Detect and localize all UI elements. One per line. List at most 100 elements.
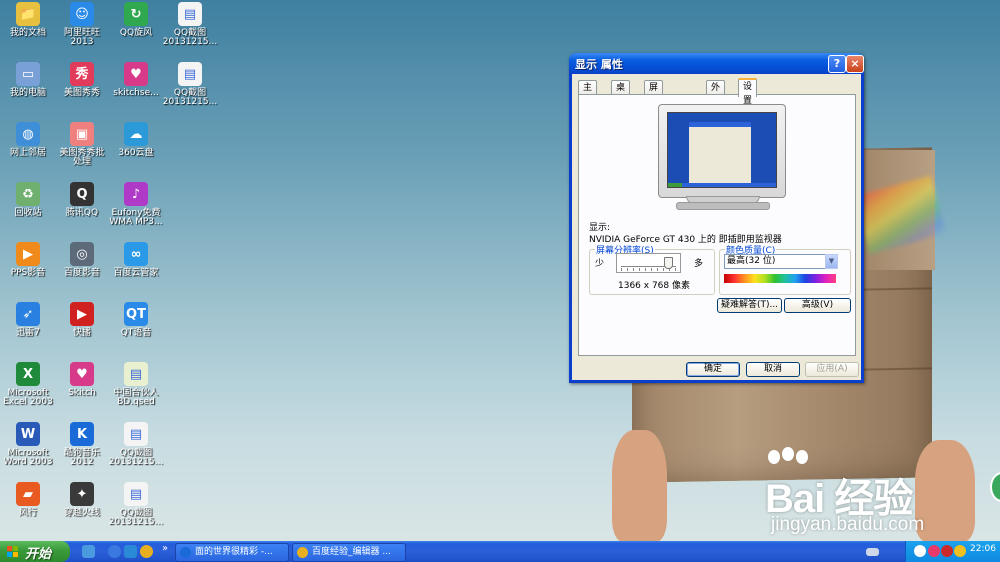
desktop-icon[interactable]: ↻ QQ旋风 <box>108 2 164 38</box>
task-button-chrome[interactable]: 百度经验_编辑器 ... <box>292 543 406 562</box>
desktop-icon[interactable]: ▣ 美图秀秀批 处理 <box>54 122 110 167</box>
desktop-icon[interactable]: K 酷狗音乐 2012 <box>54 422 110 467</box>
desktop-icon[interactable]: ➶ 迅雷7 <box>0 302 56 338</box>
desktop-icon[interactable]: ▤ 中国合伙人 BD.qsed <box>108 362 164 407</box>
desktop-icon-label: 我的文档 <box>9 28 46 38</box>
quick-launch-more[interactable]: » <box>162 543 168 554</box>
dialog-titlebar[interactable]: 显示 属性 ? × <box>569 53 864 73</box>
desktop-icon-label: QQ截图 20131215... <box>108 508 164 527</box>
desktop-icon[interactable]: ▶ PPS影音 <box>0 242 56 278</box>
desktop-icon-label: skitchse... <box>113 88 159 98</box>
skitch-app-icon: ♥ <box>70 362 94 386</box>
desktop-icon-label: QQ截图 20131215... <box>162 28 218 47</box>
desktop-icon[interactable]: ▤ QQ截图 20131215... <box>108 422 164 467</box>
desktop-icon[interactable]: ◍ 网上邻居 <box>0 122 56 158</box>
desktop-icon[interactable]: Q 腾讯QQ <box>54 182 110 218</box>
ie-icon[interactable] <box>108 545 121 558</box>
resolution-group: 屏幕分辨率(S) 少 多 1366 x 768 像素 <box>589 243 715 295</box>
baidu-cloud-quicklaunch-icon[interactable] <box>124 545 137 558</box>
system-tray: 22:06 <box>905 541 1000 562</box>
aliwangwang-icon: ☺ <box>70 2 94 26</box>
advanced-button[interactable]: 高级(V) <box>784 298 851 313</box>
baidu-cloud-icon: ∞ <box>124 242 148 266</box>
task-button-kugou[interactable]: 面的世界很精彩 -... <box>175 543 289 562</box>
settings-panel: 显示: NVIDIA GeForce GT 430 上的 即插即用监视器 屏幕分… <box>578 94 856 356</box>
meitu-icon: 秀 <box>70 62 94 86</box>
desktop-icon-label: 中国合伙人 BD.qsed <box>113 388 159 407</box>
tab-themes[interactable]: 主题 <box>578 80 598 107</box>
desktop-icon-label: 风行 <box>18 508 37 518</box>
left-hand <box>612 430 667 542</box>
desktop-icon-label: 美图秀秀批 处理 <box>59 148 105 167</box>
desktop-icon[interactable]: ▶ 快播 <box>54 302 110 338</box>
funshion-icon: ▰ <box>16 482 40 506</box>
cancel-button[interactable]: 取消 <box>746 362 800 377</box>
desktop-icon[interactable]: W Microsoft Word 2003 <box>0 422 56 467</box>
desktop-icon[interactable]: 📁 我的文档 <box>0 2 56 38</box>
desktop-icon-label: 360云盘 <box>118 148 154 158</box>
desktop-icon-label: Microsoft Word 2003 <box>3 448 53 467</box>
my-computer-icon: ▭ <box>16 62 40 86</box>
qt-voice-icon: QT <box>124 302 148 326</box>
network-places-icon: ◍ <box>16 122 40 146</box>
desktop-icon[interactable]: QT QT语音 <box>108 302 164 338</box>
tab-settings[interactable]: 设置 <box>738 78 758 106</box>
desktop-icon-label: Skitch <box>68 388 96 398</box>
ok-button[interactable]: 确定 <box>686 362 740 377</box>
desktop-icon-label: 迅雷7 <box>16 328 40 338</box>
slider-thumb[interactable] <box>664 257 673 269</box>
desktop-icon[interactable]: ▤ QQ截图 20131215... <box>162 2 218 47</box>
desktop-icon[interactable]: ▰ 风行 <box>0 482 56 518</box>
tab-screensaver[interactable]: 屏幕保护程序 <box>644 80 664 163</box>
desktop-icon[interactable]: ☺ 阿里旺旺 2013 <box>54 2 110 47</box>
desktop-icon[interactable]: ♪ Eufony免费 WMA MP3... <box>108 182 164 227</box>
recycle-bin-icon: ♻ <box>16 182 40 206</box>
meitu-batch-icon: ▣ <box>70 122 94 146</box>
desktop-icon[interactable]: ☁ 360云盘 <box>108 122 164 158</box>
antivirus-tray-icon[interactable] <box>941 545 953 557</box>
desktop-icon[interactable]: ∞ 百度云管家 <box>108 242 164 278</box>
slider-more-label: 多 <box>694 259 704 269</box>
desktop-icon-label: 我的电脑 <box>9 88 46 98</box>
monitor-base <box>676 202 770 210</box>
tab-desktop[interactable]: 桌面 <box>611 80 631 107</box>
skitch-tray-icon[interactable] <box>928 545 940 557</box>
dialog-title: 显示 属性 <box>575 58 623 71</box>
slider-less-label: 少 <box>595 259 605 269</box>
chevron-down-icon[interactable]: ▼ <box>825 254 838 269</box>
image-file-icon: ▤ <box>178 62 202 86</box>
desktop-icon[interactable]: ✦ 穿越火线 <box>54 482 110 518</box>
kugou-task-icon <box>180 547 191 558</box>
chrome-task-icon <box>297 547 308 558</box>
desktop-icon[interactable]: ♥ Skitch <box>54 362 110 398</box>
color-quality-select[interactable]: 最高(32 位) <box>724 254 838 269</box>
desktop-icon[interactable]: ♻ 回收站 <box>0 182 56 218</box>
kugou-tray-icon[interactable] <box>914 545 926 557</box>
show-desktop-icon[interactable] <box>82 545 95 558</box>
desktop-icon[interactable]: 秀美图秀秀 <box>54 62 110 98</box>
start-button[interactable]: 开始 <box>0 541 70 562</box>
desktop-icon[interactable]: X Microsoft Excel 2003 <box>0 362 56 407</box>
troubleshoot-button[interactable]: 疑难解答(T)... <box>717 298 782 313</box>
desktop-icon[interactable]: ▭ 我的电脑 <box>0 62 56 98</box>
desktop-icon-label: 穿越火线 <box>63 508 100 518</box>
tab-appearance[interactable]: 外观 <box>706 80 726 107</box>
desktop-icon-label: QT语音 <box>120 328 152 338</box>
eufony-icon: ♪ <box>124 182 148 206</box>
desktop-icon[interactable]: ♥ skitchse... <box>108 62 164 98</box>
desktop-icon[interactable]: ◎ 百度影音 <box>54 242 110 278</box>
desktop-icon[interactable]: ▤ QQ截图 20131215... <box>108 482 164 527</box>
chrome-icon[interactable] <box>140 545 153 558</box>
help-button[interactable]: ? <box>828 55 846 73</box>
qvod-icon: ▶ <box>70 302 94 326</box>
clock: 22:06 <box>970 544 996 554</box>
monitor-preview <box>658 104 786 198</box>
desktop-icon[interactable]: ▤ QQ截图 20131215... <box>162 62 218 107</box>
desktop-icon-label: 百度影音 <box>63 268 100 278</box>
network-tray-icon[interactable] <box>954 545 966 557</box>
resolution-slider[interactable] <box>616 253 681 273</box>
dialog-body: 主题 桌面 屏幕保护程序 外观 设置 显示: NVIDIA GeForce GT… <box>572 74 861 380</box>
apply-button[interactable]: 应用(A) <box>805 362 859 377</box>
keyboard-icon[interactable] <box>866 548 879 556</box>
close-button[interactable]: × <box>846 55 864 73</box>
